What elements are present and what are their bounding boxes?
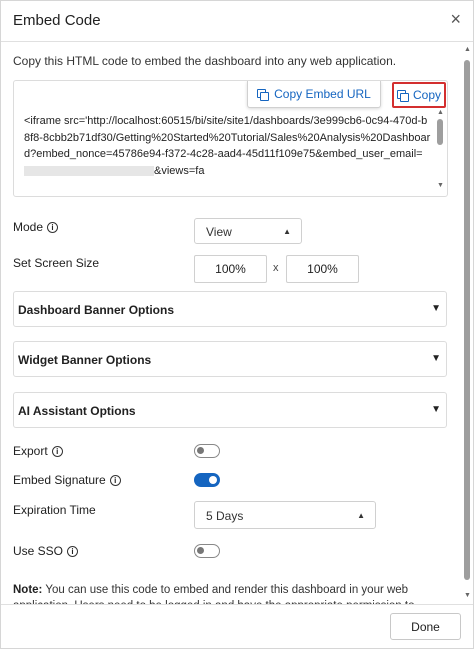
accordion-widget-banner-options[interactable]: Widget Banner Options ▼ [13, 341, 447, 377]
caret-up-icon: ▲ [283, 227, 291, 236]
toggle-knob [197, 547, 204, 554]
embed-signature-label-text: Embed Signature [13, 473, 106, 487]
embed-code-part2: &views=fa [154, 164, 205, 177]
dialog-scrollbar[interactable]: ▲ ▼ [461, 42, 473, 604]
copy-icon [396, 89, 409, 102]
scroll-down-icon[interactable]: ▼ [437, 182, 444, 189]
info-icon[interactable]: i [109, 474, 121, 486]
embed-note: Note: You can use this code to embed and… [13, 582, 433, 604]
copy-embed-url-label: Copy Embed URL [274, 87, 371, 101]
caret-up-icon: ▲ [357, 511, 365, 520]
accordion-ai-assistant-options[interactable]: AI Assistant Options ▼ [13, 392, 447, 428]
code-scrollbar-thumb[interactable] [437, 119, 443, 145]
embed-code-part1: <iframe src='http://localhost:60515/bi/s… [24, 115, 431, 160]
code-scrollbar[interactable]: ▲ ▼ [437, 109, 444, 193]
export-label-text: Export [13, 444, 48, 458]
screen-width-input[interactable]: 100% [194, 255, 267, 283]
accordion-label: Widget Banner Options [18, 353, 152, 367]
mode-label-text: Mode [13, 220, 44, 234]
expiration-time-label: Expiration Time [13, 503, 96, 517]
dialog-title: Embed Code [13, 12, 101, 29]
close-icon[interactable]: × [450, 10, 461, 28]
embed-signature-toggle[interactable] [194, 473, 220, 487]
export-toggle[interactable] [194, 444, 220, 458]
toggle-knob [197, 447, 204, 454]
done-button[interactable]: Done [390, 613, 461, 640]
screen-size-label: Set Screen Size [13, 256, 100, 270]
copy-label: Copy [412, 88, 441, 102]
copy-icon [257, 88, 270, 101]
caret-down-icon: ▼ [431, 303, 441, 314]
accordion-label: Dashboard Banner Options [18, 303, 175, 317]
dialog-header: Embed Code × [1, 1, 473, 42]
note-text: You can use this code to embed and rende… [13, 584, 414, 604]
info-icon[interactable]: i [47, 221, 59, 233]
dialog-content[interactable]: Copy this HTML code to embed the dashboa… [1, 42, 459, 604]
redacted-email [24, 165, 154, 176]
mode-select[interactable]: View ▲ [194, 218, 302, 244]
caret-down-icon: ▼ [431, 404, 441, 415]
scroll-up-icon[interactable]: ▲ [437, 109, 444, 116]
embed-description: Copy this HTML code to embed the dashboa… [13, 54, 397, 68]
use-sso-toggle[interactable] [194, 544, 220, 558]
scroll-down-icon[interactable]: ▼ [464, 592, 471, 599]
toggle-knob [209, 476, 217, 484]
embed-code-text[interactable]: <iframe src='http://localhost:60515/bi/s… [24, 113, 432, 179]
embed-signature-label: Embed Signature i [13, 473, 121, 487]
mode-value: View [206, 225, 232, 239]
caret-down-icon: ▼ [431, 353, 441, 364]
size-separator: x [273, 262, 279, 274]
dialog-footer: Done [1, 604, 473, 648]
copy-embed-url-button[interactable]: Copy Embed URL [247, 81, 381, 108]
info-icon[interactable]: i [67, 545, 79, 557]
info-icon[interactable]: i [51, 445, 63, 457]
embed-code-box[interactable]: Copy Embed URL Copy <iframe src='http://… [13, 80, 448, 197]
use-sso-label-text: Use SSO [13, 544, 64, 558]
accordion-dashboard-banner-options[interactable]: Dashboard Banner Options ▼ [13, 291, 447, 327]
copy-button[interactable]: Copy [392, 82, 446, 108]
accordion-label: AI Assistant Options [18, 404, 136, 418]
embed-code-dialog: Embed Code × Copy this HTML code to embe… [0, 0, 474, 649]
export-label: Export i [13, 444, 63, 458]
expiration-time-select[interactable]: 5 Days ▲ [194, 501, 376, 529]
screen-height-input[interactable]: 100% [286, 255, 359, 283]
use-sso-label: Use SSO i [13, 544, 79, 558]
dialog-scrollbar-thumb[interactable] [464, 60, 470, 580]
scroll-up-icon[interactable]: ▲ [464, 46, 471, 53]
note-prefix: Note: [13, 584, 43, 596]
expiration-value: 5 Days [206, 509, 244, 523]
mode-label: Mode i [13, 220, 59, 234]
